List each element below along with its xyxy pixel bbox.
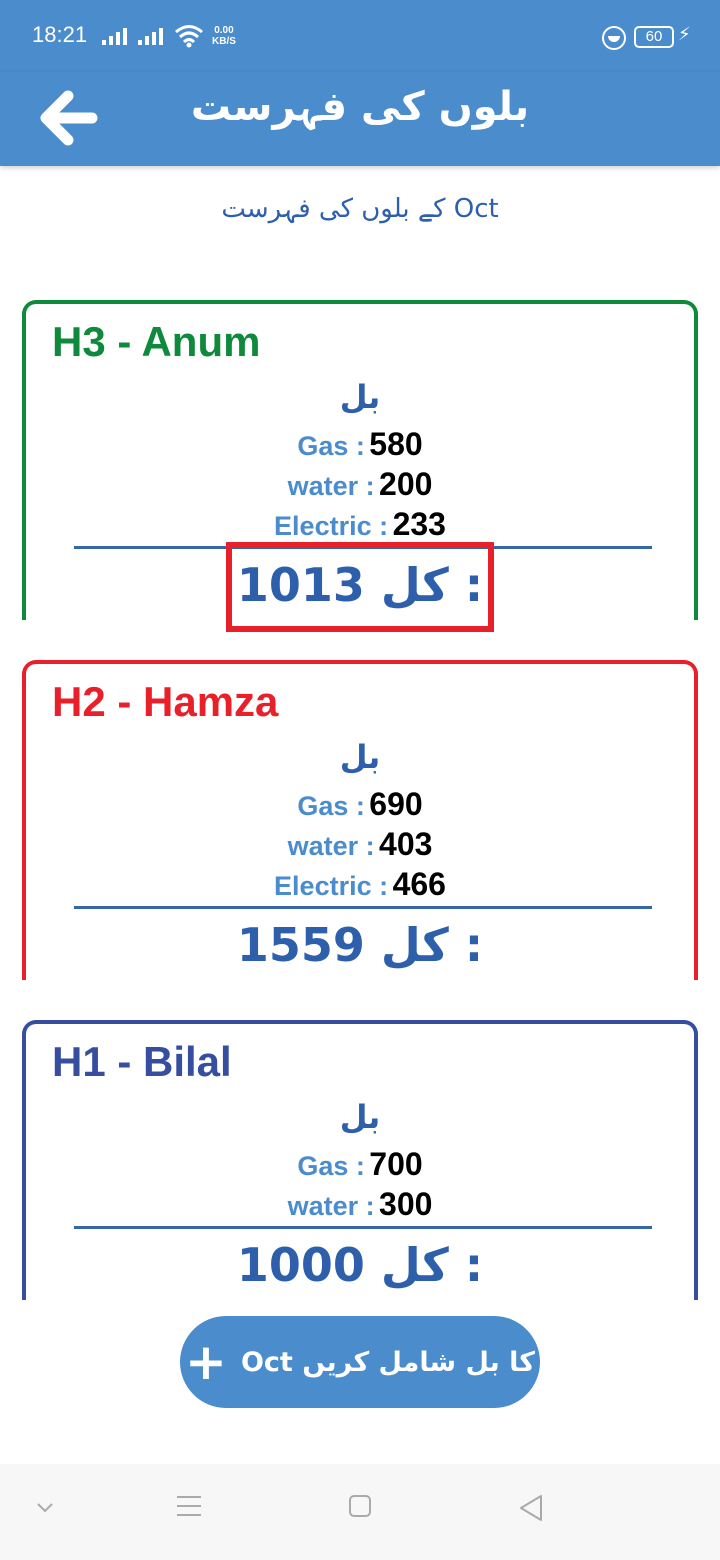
back-triangle-icon[interactable] [518, 1494, 544, 1522]
net-speed-value: 0.00 [214, 25, 234, 36]
electric-label: Electric : [274, 511, 389, 541]
highlight-box [226, 542, 494, 632]
electric-value: 233 [392, 506, 446, 542]
total-label: کل : [380, 918, 484, 972]
water-row: water : 200 [26, 466, 694, 503]
water-label: water : [287, 1191, 375, 1221]
signal-icon-2 [138, 28, 163, 45]
chevron-down-icon[interactable] [36, 1502, 54, 1514]
total-value: 1559 [236, 918, 365, 972]
gas-row: Gas : 690 [26, 786, 694, 823]
bill-header: بل [339, 378, 381, 416]
gas-value: 700 [369, 1146, 423, 1182]
gas-value: 580 [369, 426, 423, 462]
electric-row: Electric : 233 [26, 506, 694, 543]
total-value: 1000 [236, 1238, 365, 1292]
add-bill-label: کا بل شامل کریں Oct [240, 1346, 535, 1378]
app-bar: بلوں کی فہرست [0, 72, 720, 166]
bill-card-h1[interactable]: H1 - Bilal بل Gas : 700 water : 300 1000… [22, 1020, 698, 1300]
wifi-icon [175, 25, 203, 48]
data-saver-icon [602, 26, 626, 50]
electric-value: 466 [392, 866, 446, 902]
home-square-icon[interactable] [348, 1494, 372, 1518]
gas-label: Gas : [297, 791, 365, 821]
page-title: بلوں کی فہرست [190, 84, 530, 130]
house-name: H2 - Hamza [52, 678, 279, 725]
add-bill-button[interactable]: + کا بل شامل کریں Oct [180, 1316, 540, 1408]
electric-label: Electric : [274, 871, 389, 901]
water-label: water : [287, 471, 375, 501]
gas-label: Gas : [297, 431, 365, 461]
bill-card-h3[interactable]: H3 - Anum بل Gas : 580 water : 200 Elect… [22, 300, 698, 632]
electric-row: Electric : 466 [26, 866, 694, 903]
charging-icon: ⚡ [678, 24, 691, 45]
gas-value: 690 [369, 786, 423, 822]
house-name: H1 - Bilal [52, 1038, 232, 1085]
gas-label: Gas : [297, 1151, 365, 1181]
status-bar: 18:21 0.00 KB/S 60 ⚡ [0, 0, 720, 72]
water-value: 300 [379, 1186, 433, 1222]
total-label: کل : [380, 1238, 484, 1292]
status-time: 18:21 [32, 22, 88, 47]
gas-row: Gas : 580 [26, 426, 694, 463]
divider [74, 906, 652, 909]
water-row: water : 403 [26, 826, 694, 863]
system-nav-bar [0, 1464, 720, 1560]
plus-icon: + [185, 1333, 227, 1391]
house-name: H3 - Anum [52, 318, 261, 365]
bill-card-h2[interactable]: H2 - Hamza بل Gas : 690 water : 403 Elec… [22, 660, 698, 980]
water-value: 200 [379, 466, 433, 502]
bill-header: بل [339, 1098, 381, 1136]
total-row: 1000 کل : [26, 1238, 694, 1292]
water-value: 403 [379, 826, 433, 862]
signal-icon [102, 28, 127, 45]
gas-row: Gas : 700 [26, 1146, 694, 1183]
water-row: water : 300 [26, 1186, 694, 1223]
month-subtitle: کے بلوں کی فہرست Oct [221, 194, 499, 224]
water-label: water : [287, 831, 375, 861]
net-speed: 0.00 KB/S [212, 25, 236, 47]
battery-icon: 60 [634, 26, 674, 48]
menu-icon[interactable] [176, 1494, 202, 1518]
net-speed-unit: KB/S [212, 36, 236, 47]
bill-header: بل [339, 738, 381, 776]
total-row: 1559 کل : [26, 918, 694, 972]
divider [74, 1226, 652, 1229]
